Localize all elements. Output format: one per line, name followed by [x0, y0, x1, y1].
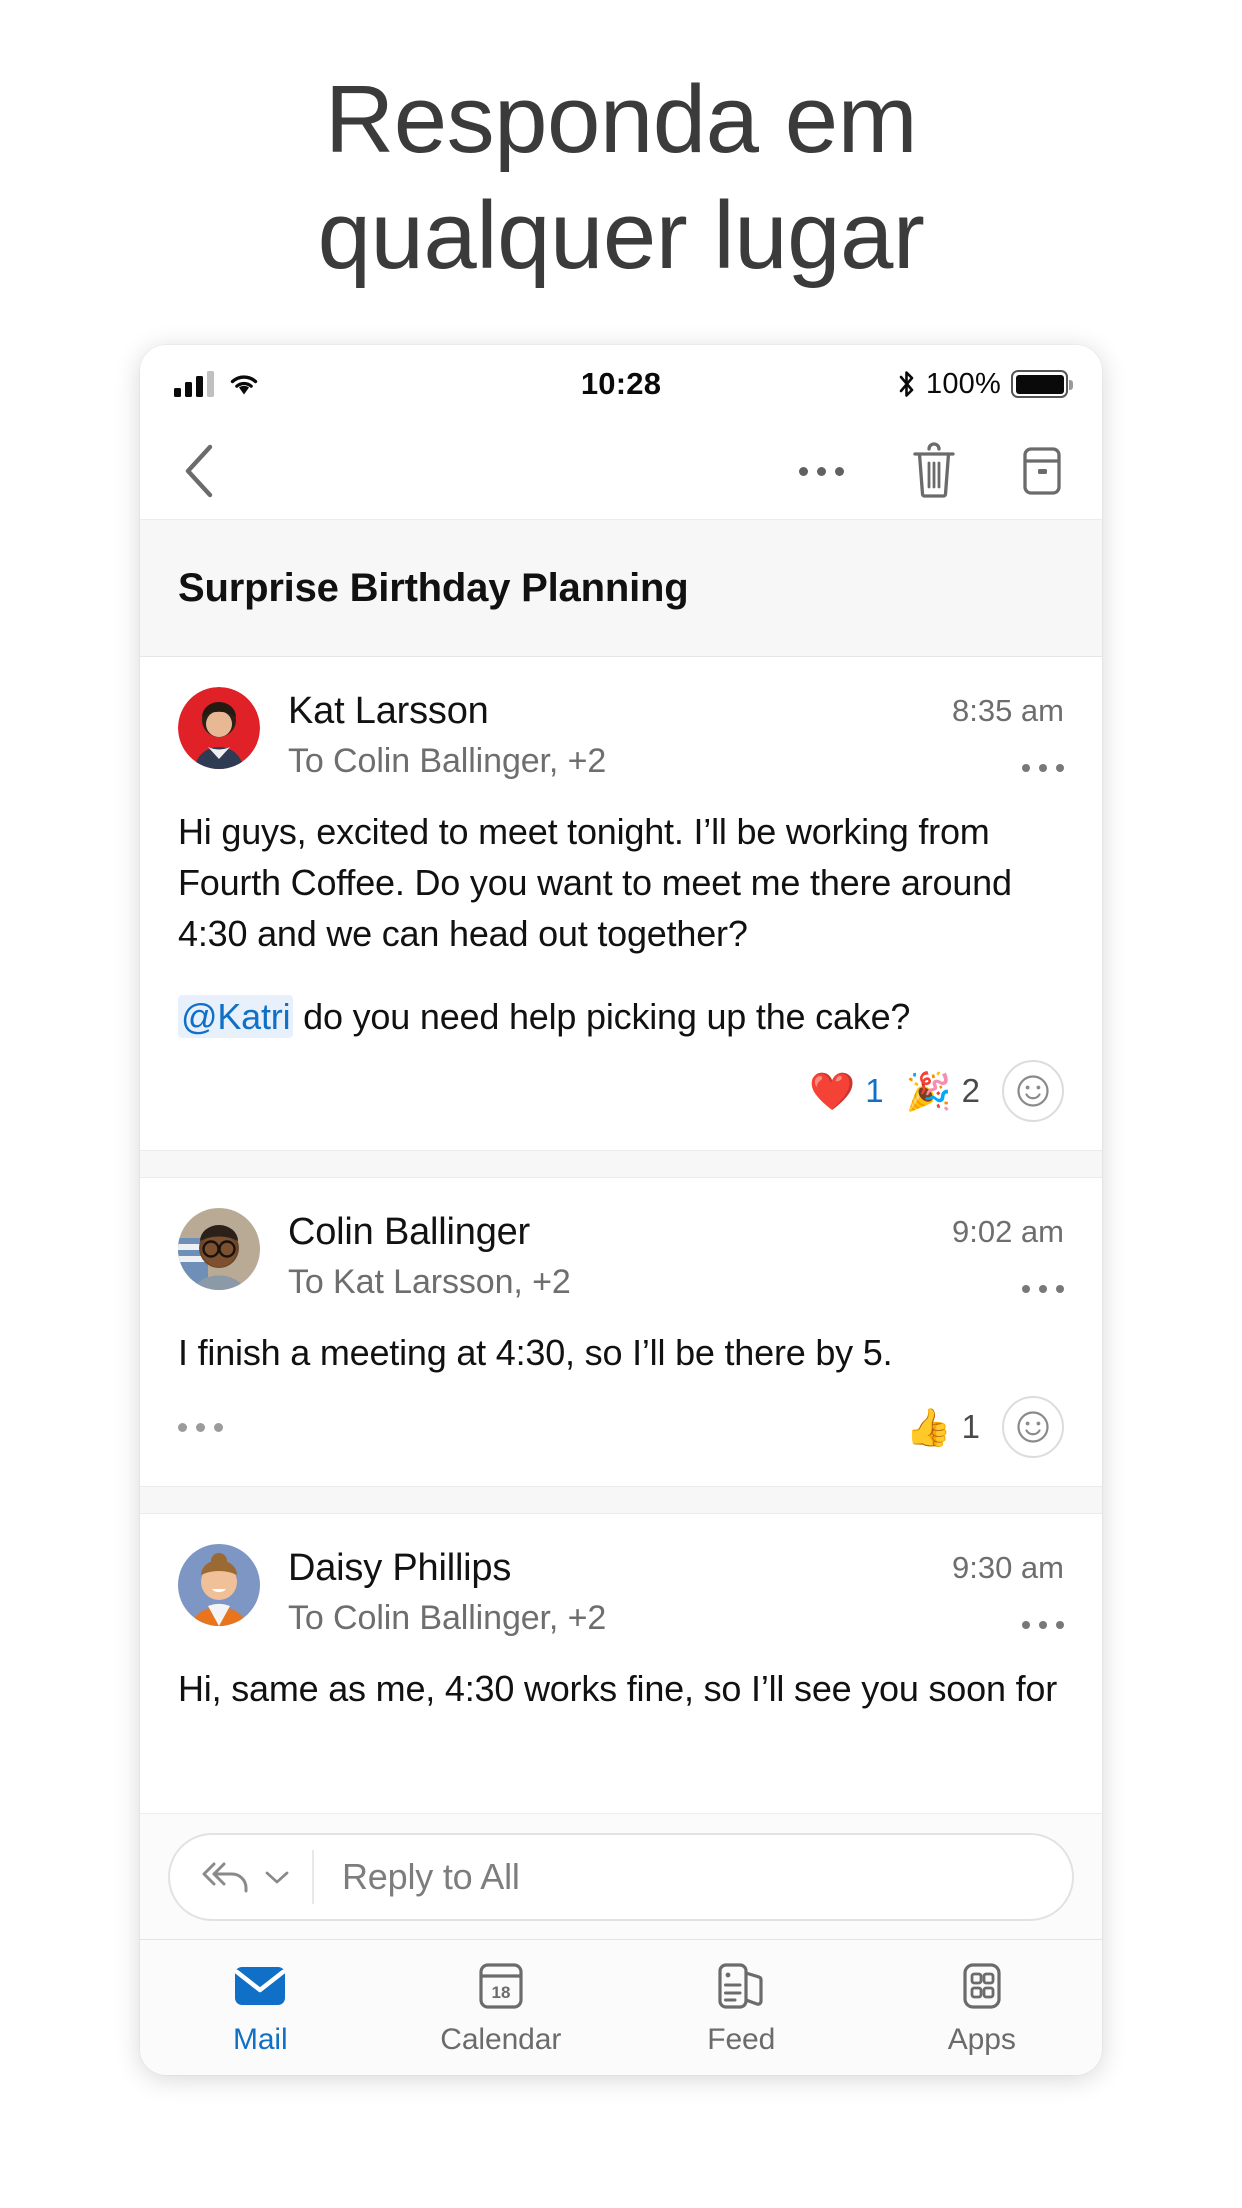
- message-recipients: To Kat Larsson, +2: [288, 1263, 571, 1301]
- reply-input[interactable]: Reply to All: [314, 1856, 520, 1898]
- message-body: Hi guys, excited to meet tonight. I’ll b…: [178, 806, 1064, 1042]
- tab-apps-label: Apps: [947, 2022, 1016, 2056]
- avatar[interactable]: [178, 687, 260, 769]
- message-paragraph: @Katri do you need help picking up the c…: [178, 991, 1064, 1042]
- message-paragraph: Hi guys, excited to meet tonight. I’ll b…: [178, 811, 1012, 954]
- add-reaction-smiley-icon[interactable]: [1002, 1060, 1064, 1122]
- battery-full-icon: [1011, 370, 1073, 398]
- calendar-icon: 18: [477, 1959, 525, 2013]
- bottom-tab-bar: Mail 18 Calendar Feed Apps: [140, 1939, 1102, 2075]
- message-divider: [140, 1150, 1102, 1178]
- reaction-bar: ❤️ 1 🎉 2: [809, 1060, 1064, 1122]
- message-recipients: To Colin Ballinger, +2: [288, 742, 607, 780]
- party-popper-reaction-icon: 🎉: [905, 1070, 952, 1112]
- reaction-bar: 👍 1: [906, 1396, 1064, 1458]
- reaction-count: 1: [961, 1408, 980, 1445]
- chevron-down-icon[interactable]: [264, 1869, 290, 1885]
- message-header: Daisy Phillips To Colin Ballinger, +2 9:…: [178, 1544, 1064, 1641]
- message-sender: Colin Ballinger: [288, 1211, 531, 1253]
- message-item[interactable]: Kat Larsson To Colin Ballinger, +2 8:35 …: [140, 657, 1102, 1150]
- tab-mail-label: Mail: [232, 2022, 288, 2056]
- message-item[interactable]: Colin Ballinger To Kat Larsson, +2 9:02 …: [140, 1178, 1102, 1486]
- expand-quoted-text-icon[interactable]: [178, 1422, 223, 1432]
- status-bar: 10:28 100%: [140, 345, 1102, 423]
- tab-apps[interactable]: Apps: [862, 1940, 1103, 2075]
- mention-chip[interactable]: @Katri: [178, 995, 294, 1038]
- reaction-count: 2: [961, 1072, 980, 1109]
- reply-all-icon[interactable]: [200, 1859, 252, 1895]
- tab-feed[interactable]: Feed: [621, 1940, 862, 2075]
- message-item[interactable]: Daisy Phillips To Colin Ballinger, +2 9:…: [140, 1514, 1102, 1714]
- tab-mail[interactable]: Mail: [140, 1940, 381, 2075]
- message-body: I finish a meeting at 4:30, so I’ll be t…: [178, 1327, 1064, 1378]
- svg-text:18: 18: [491, 1983, 510, 2002]
- trash-icon[interactable]: [908, 442, 960, 500]
- message-meta: 9:02 am: [936, 1208, 1064, 1304]
- more-horizontal-icon[interactable]: [952, 753, 1064, 783]
- more-horizontal-icon[interactable]: [952, 1274, 1064, 1304]
- message-meta: 8:35 am: [936, 687, 1064, 783]
- message-thread[interactable]: Kat Larsson To Colin Ballinger, +2 8:35 …: [140, 657, 1102, 1813]
- feed-icon: [715, 1959, 767, 2013]
- subject-title: Surprise Birthday Planning: [178, 565, 689, 610]
- message-header: Colin Ballinger To Kat Larsson, +2 9:02 …: [178, 1208, 1064, 1305]
- message-sender: Daisy Phillips: [288, 1547, 512, 1589]
- message-toolbar: [140, 423, 1102, 519]
- party-popper-reaction[interactable]: 🎉 2: [906, 1072, 980, 1110]
- headline-line-1: Responda em: [324, 66, 918, 173]
- reply-input-pill[interactable]: Reply to All: [168, 1832, 1074, 1921]
- message-timestamp: 9:02 am: [951, 1214, 1064, 1249]
- message-paragraph: Hi, same as me, 4:30 works fine, so I’ll…: [178, 1668, 1057, 1709]
- message-footer: ❤️ 1 🎉 2: [178, 1056, 1064, 1150]
- message-timestamp: 9:30 am: [951, 1550, 1064, 1585]
- more-horizontal-icon[interactable]: [790, 446, 852, 496]
- message-participants: Kat Larsson To Colin Ballinger, +2: [288, 687, 936, 784]
- page-headline: Responda em qualquer lugar: [0, 62, 1242, 294]
- tab-calendar[interactable]: 18 Calendar: [381, 1940, 622, 2075]
- message-divider: [140, 1486, 1102, 1514]
- message-recipients: To Colin Ballinger, +2: [288, 1599, 607, 1637]
- mail-icon: [233, 1959, 287, 2013]
- subject-header: Surprise Birthday Planning: [140, 519, 1102, 657]
- headline-line-2: qualquer lugar: [317, 182, 925, 289]
- avatar[interactable]: [178, 1208, 260, 1290]
- add-reaction-smiley-icon[interactable]: [1002, 1396, 1064, 1458]
- reply-bar: Reply to All: [140, 1813, 1102, 1939]
- message-participants: Colin Ballinger To Kat Larsson, +2: [288, 1208, 936, 1305]
- thumbs-up-reaction-icon: 👍: [905, 1406, 952, 1448]
- thumbs-up-reaction[interactable]: 👍 1: [906, 1408, 980, 1446]
- message-timestamp: 8:35 am: [951, 693, 1064, 728]
- phone-mockup: 10:28 100% Surprise Birthday Planning Ka…: [140, 345, 1102, 2075]
- reaction-count: 1: [865, 1072, 884, 1109]
- message-sender: Kat Larsson: [288, 690, 489, 732]
- marketing-screenshot: Responda em qualquer lugar 10:28 100% Su…: [0, 0, 1242, 2208]
- tab-feed-label: Feed: [707, 2022, 776, 2056]
- heart-reaction[interactable]: ❤️ 1: [809, 1072, 883, 1110]
- message-paragraph: I finish a meeting at 4:30, so I’ll be t…: [178, 1332, 893, 1373]
- status-bar-clock: 10:28: [580, 366, 662, 401]
- message-body: Hi, same as me, 4:30 works fine, so I’ll…: [178, 1663, 1064, 1714]
- message-header: Kat Larsson To Colin Ballinger, +2 8:35 …: [178, 687, 1064, 784]
- more-horizontal-icon[interactable]: [952, 1610, 1064, 1640]
- message-footer: 👍 1: [178, 1392, 1064, 1486]
- back-chevron-icon[interactable]: [174, 441, 228, 501]
- apps-grid-icon: [958, 1959, 1006, 2013]
- tab-calendar-label: Calendar: [440, 2022, 562, 2056]
- message-participants: Daisy Phillips To Colin Ballinger, +2: [288, 1544, 936, 1641]
- archive-icon[interactable]: [1016, 442, 1068, 500]
- toolbar-actions: [790, 442, 1068, 500]
- heart-reaction-icon: ❤️: [809, 1070, 856, 1112]
- reply-mode-selector[interactable]: [170, 1849, 314, 1904]
- message-meta: 9:30 am: [936, 1544, 1064, 1640]
- message-paragraph-text: do you need help picking up the cake?: [293, 996, 911, 1037]
- avatar[interactable]: [178, 1544, 260, 1626]
